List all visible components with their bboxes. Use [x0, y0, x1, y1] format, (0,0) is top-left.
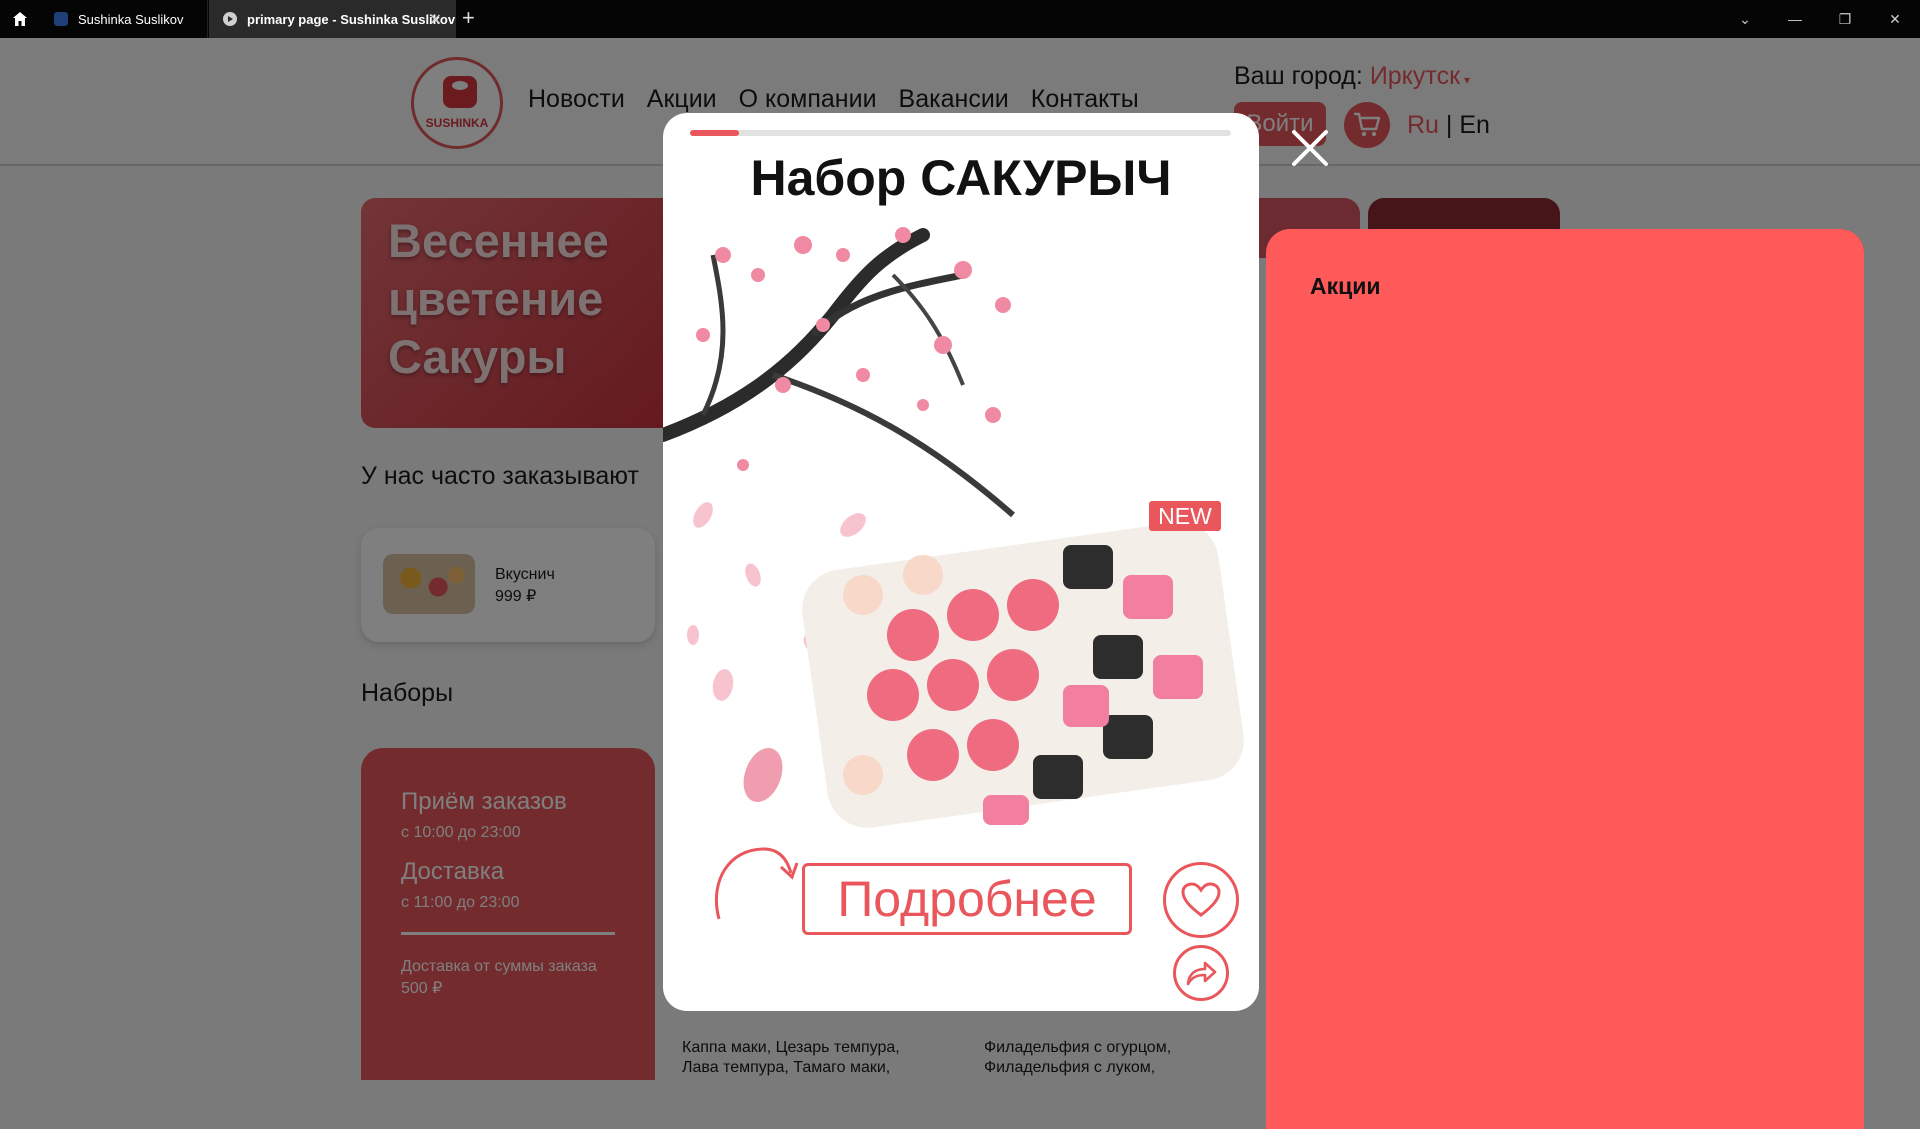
- tab-title: primary page - Sushinka Suslikov: [247, 11, 456, 27]
- close-icon[interactable]: [1290, 128, 1330, 168]
- browser-tab-sushinka[interactable]: Sushinka Suslikov: [40, 0, 208, 38]
- story-progress-fill: [690, 130, 739, 136]
- promotions-side-panel-overlay: Акции: [1266, 229, 1864, 1129]
- more-details-button[interactable]: Подробнее: [802, 863, 1132, 935]
- new-tab-button[interactable]: +: [462, 5, 475, 31]
- story-progress-bar: [690, 130, 1231, 136]
- restore-button[interactable]: ❐: [1820, 0, 1870, 38]
- story-modal: Набор САКУРЫЧ NEW Подробнее: [663, 113, 1259, 1011]
- curved-arrow-icon: [714, 847, 799, 920]
- window-close-button[interactable]: ✕: [1870, 0, 1920, 38]
- site-favicon-icon: [54, 12, 68, 26]
- tab-title: Sushinka Suslikov: [78, 11, 184, 27]
- favorite-button[interactable]: [1163, 862, 1239, 938]
- story-title: Набор САКУРЫЧ: [750, 150, 1172, 206]
- new-badge: NEW: [1149, 501, 1221, 531]
- minimize-button[interactable]: —: [1770, 0, 1820, 38]
- browser-tab-primary-page[interactable]: primary page - Sushinka Suslikov ✕: [209, 0, 456, 38]
- share-icon: [1186, 961, 1217, 986]
- heart-icon: [1181, 882, 1221, 917]
- home-icon[interactable]: [0, 0, 40, 38]
- side-panel-title: Акции: [1310, 273, 1381, 299]
- tab-list-dropdown-icon[interactable]: ⌄: [1720, 0, 1770, 38]
- share-button[interactable]: [1173, 945, 1229, 1001]
- browser-tab-bar: Sushinka Suslikov primary page - Sushink…: [0, 0, 1920, 38]
- close-tab-icon[interactable]: ✕: [429, 10, 442, 30]
- play-favicon-icon: [223, 12, 237, 26]
